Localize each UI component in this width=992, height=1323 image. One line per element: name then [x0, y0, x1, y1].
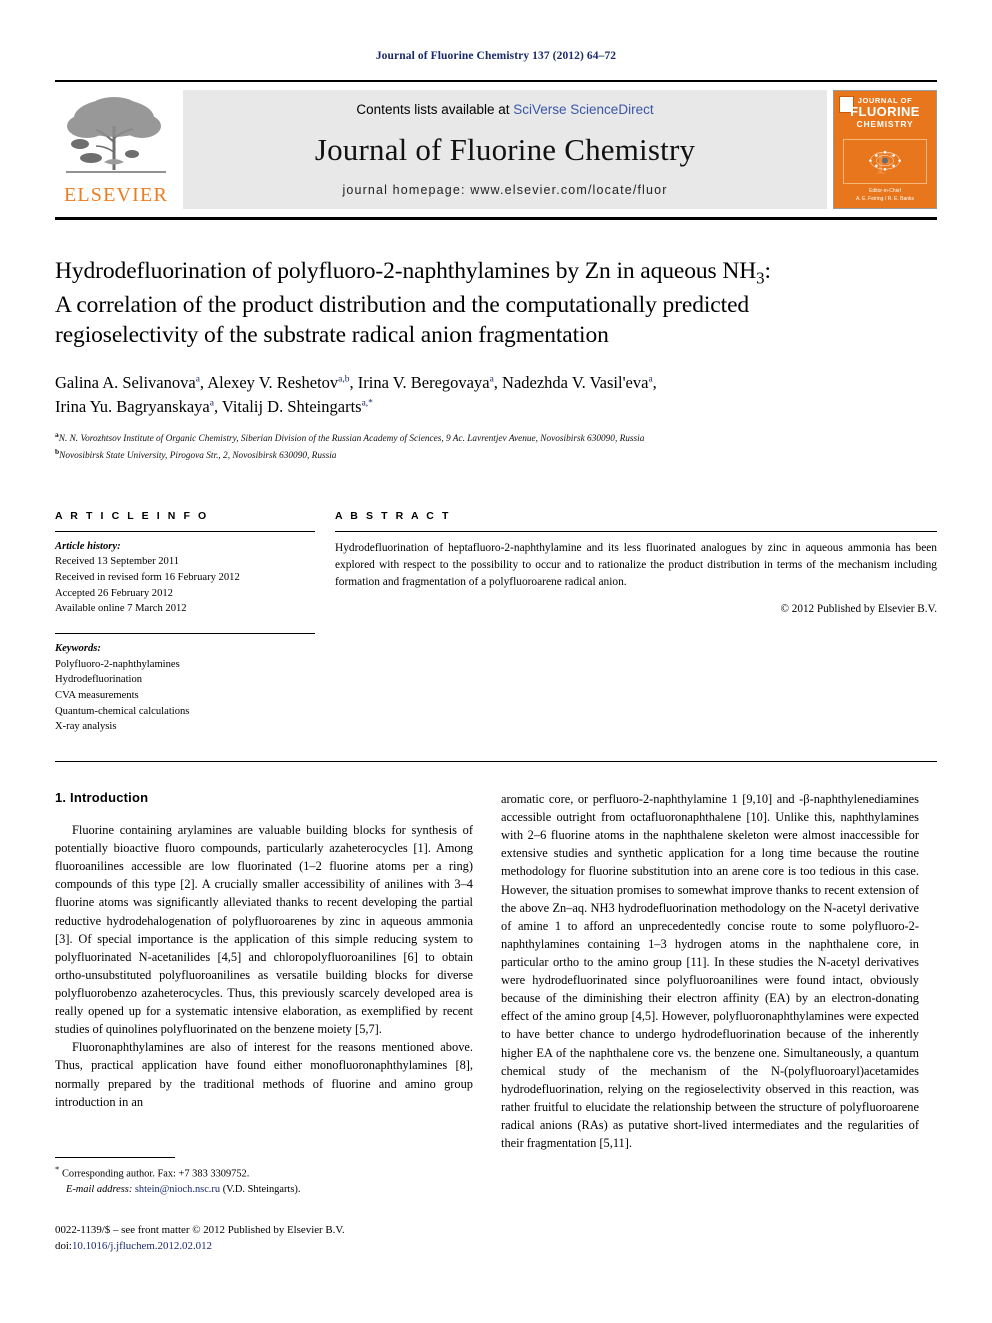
article-title-line-3: regioselectivity of the substrate radica…: [55, 322, 609, 349]
author-name[interactable]: Nadezhda V. Vasil'eva: [502, 373, 648, 392]
footnote-line-corresponding: * Corresponding author. Fax: +7 383 3309…: [55, 1163, 473, 1182]
article-history-item: Available online 7 March 2012: [55, 603, 187, 615]
body-paragraph: Fluoronaphthylamines are also of interes…: [55, 1040, 473, 1109]
abstract-column: A B S T R A C T Hydrodefluorination of h…: [315, 510, 937, 735]
article-first-page: Journal of Fluorine Chemistry 137 (2012)…: [0, 0, 992, 1323]
article-info-heading: A R T I C L E I N F O: [55, 509, 209, 522]
article-title-line-2: A correlation of the product distributio…: [55, 291, 750, 318]
journal-cover-thumbnail[interactable]: JOURNAL OF FLUORINE CHEMISTRY F: [833, 90, 937, 209]
affiliation-list: aN. N. Vorozhtsov Institute of Organic C…: [55, 429, 937, 464]
keyword-item: Polyfluoro-2-naphthylamines: [55, 658, 180, 670]
doi-link[interactable]: 10.1016/j.jfluchem.2012.02.012: [72, 1240, 212, 1252]
abstract-text: Hydrodefluorination of heptafluoro-2-nap…: [335, 541, 937, 588]
elsevier-wordmark: ELSEVIER: [63, 184, 169, 206]
keyword-item: X-ray analysis: [55, 721, 117, 733]
author-affiliation-marker: a: [489, 374, 494, 385]
author-name[interactable]: Irina V. Beregovaya: [358, 373, 490, 392]
author-affiliation-marker: a: [209, 398, 214, 409]
abstract-copyright: © 2012 Published by Elsevier B.V.: [780, 602, 937, 615]
running-head: Journal of Fluorine Chemistry 137 (2012)…: [375, 50, 617, 62]
body-paragraph: Fluorine containing arylamines are valua…: [55, 823, 473, 1037]
elsevier-publisher-logo: ELSEVIER: [55, 88, 177, 211]
contents-list-line: Contents lists available at SciVerse Sci…: [356, 102, 653, 117]
article-title-line-1: Hydrodefluorination of polyfluoro-2-naph…: [55, 258, 757, 284]
author-name[interactable]: Vitalij D. Shteingarts: [222, 397, 362, 416]
journal-homepage-line[interactable]: journal homepage: www.elsevier.com/locat…: [342, 183, 667, 197]
footer-issn-line: 0022-1139/$ – see front matter © 2012 Pu…: [55, 1224, 345, 1236]
keywords-group: Keywords: Polyfluoro-2-naphthylamines Hy…: [55, 634, 315, 735]
affiliation-text: N. N. Vorozhtsov Institute of Organic Ch…: [58, 433, 645, 444]
info-abstract-region: A R T I C L E I N F O Article history: R…: [55, 510, 937, 735]
cover-footer-text: Editor-in-Chief A. E. Feiring / R. E. Ba…: [834, 188, 936, 203]
keyword-item: Hydrodefluorination: [55, 674, 143, 686]
affiliation-text: Novosibirsk State University, Pirogova S…: [59, 451, 337, 462]
cover-line-2: FLUORINE: [850, 104, 920, 120]
elsevier-tree-logo-icon: [66, 97, 166, 173]
page-title: Hydrodefluorination of polyfluoro-2-naph…: [55, 256, 937, 351]
keywords-label: Keywords:: [55, 642, 101, 654]
abstract-heading: A B S T R A C T: [335, 509, 451, 522]
author-affiliation-marker: a,*: [361, 398, 373, 409]
cover-line-3: CHEMISTRY: [856, 118, 914, 129]
atom-orbital-icon: F: [869, 146, 901, 181]
doi-label: doi:: [55, 1240, 72, 1253]
author-affiliation-marker: a: [648, 374, 653, 385]
email-address-label: E-mail address:: [66, 1183, 133, 1195]
cover-title-block: JOURNAL OF FLUORINE CHEMISTRY: [834, 96, 936, 129]
info-bottom-divider: [55, 761, 937, 762]
section-heading-introduction: 1. Introduction: [55, 790, 149, 805]
keyword-item: CVA measurements: [55, 689, 139, 701]
body-column-left: 1. Introduction Fluorine containing aryl…: [55, 790, 473, 1152]
corresponding-author-text: Corresponding author. Fax: +7 383 330975…: [61, 1168, 250, 1180]
masthead-center-panel: Contents lists available at SciVerse Sci…: [183, 90, 827, 209]
email-link[interactable]: shtein@nioch.nsc.ru: [135, 1184, 220, 1195]
author-name[interactable]: Alexey V. Reshetov: [207, 373, 338, 392]
cover-foot-line-1: Editor-in-Chief: [869, 188, 901, 194]
body-columns: 1. Introduction Fluorine containing aryl…: [55, 790, 937, 1152]
article-title-line-1-tail: :: [764, 258, 771, 284]
journal-masthead: ELSEVIER Contents lists available at Sci…: [55, 80, 937, 220]
cover-foot-line-2: A. E. Feiring / R. E. Banks: [855, 195, 915, 202]
author-name[interactable]: Irina Yu. Bagryanskaya: [55, 397, 210, 416]
keyword-item: Quantum-chemical calculations: [55, 705, 190, 717]
author-list: Galina A. Selivanovaa, Alexey V. Resheto…: [55, 372, 657, 416]
footnote-body: * Corresponding author. Fax: +7 383 3309…: [55, 1158, 473, 1197]
article-info-column: A R T I C L E I N F O Article history: R…: [55, 510, 315, 735]
article-history-item: Received 13 September 2011: [55, 556, 180, 568]
email-owner: (V.D. Shteingarts).: [222, 1183, 301, 1195]
sciencedirect-link[interactable]: SciVerse ScienceDirect: [513, 102, 653, 117]
cover-artwork: F: [843, 139, 927, 184]
article-history-item: Received in revised form 16 February 201…: [55, 571, 240, 583]
author-affiliation-marker: a: [195, 374, 200, 385]
affiliation-item: bNovosibirsk State University, Pirogova …: [55, 446, 937, 464]
article-history-item: Accepted 26 February 2012: [55, 587, 173, 599]
body-paragraph: aromatic core, or perfluoro-2-naphthylam…: [501, 792, 919, 1151]
body-column-right: aromatic core, or perfluoro-2-naphthylam…: [501, 790, 919, 1152]
footnote-line-email: E-mail address: shtein@nioch.nsc.ru (V.D…: [55, 1182, 473, 1197]
title-block: Hydrodefluorination of polyfluoro-2-naph…: [55, 256, 937, 464]
author-name[interactable]: Galina A. Selivanova: [55, 373, 196, 392]
footnote-star-marker: *: [55, 1164, 60, 1174]
page-footer: 0022-1139/$ – see front matter © 2012 Pu…: [55, 1222, 525, 1255]
article-history-group: Article history: Received 13 September 2…: [55, 532, 315, 617]
article-history-label: Article history:: [55, 540, 121, 552]
footer-doi-line: doi:10.1016/j.jfluchem.2012.02.012: [55, 1238, 525, 1254]
affiliation-item: aN. N. Vorozhtsov Institute of Organic C…: [55, 429, 937, 447]
contents-prefix: Contents lists available at: [356, 102, 514, 117]
journal-title: Journal of Fluorine Chemistry: [314, 132, 696, 167]
author-affiliation-marker: a,b: [338, 374, 350, 385]
corresponding-author-footnote: * Corresponding author. Fax: +7 383 3309…: [55, 1157, 473, 1197]
